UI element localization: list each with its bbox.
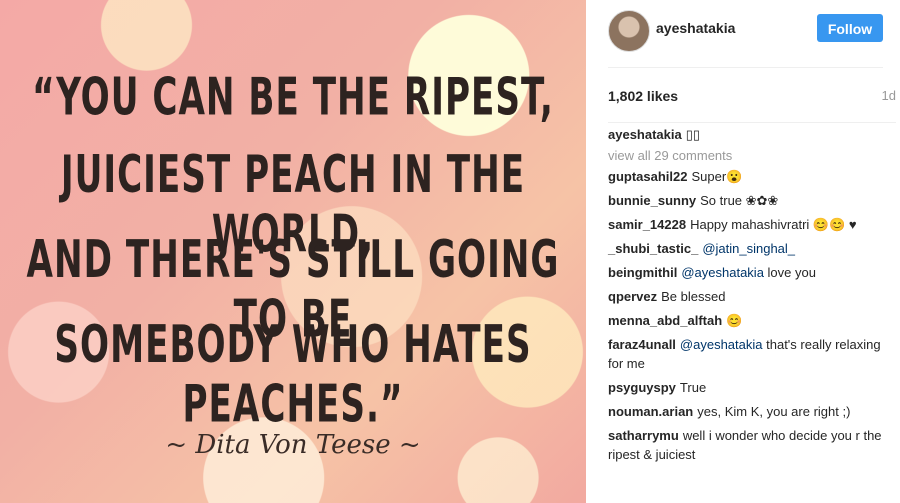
- comment-text: True: [679, 380, 707, 395]
- comment-text: yes, Kim K, you are right ;): [697, 404, 851, 419]
- comment-username[interactable]: guptasahil22: [608, 169, 687, 184]
- comment-text: Super😮: [691, 169, 743, 184]
- comment-text: 😊: [726, 313, 743, 328]
- comment-username[interactable]: faraz4unall: [608, 337, 676, 352]
- comment-mention[interactable]: @ayeshatakia: [681, 265, 764, 280]
- comment-row: bunnie_sunny So true ❀✿❀: [608, 191, 883, 210]
- header-username[interactable]: ayeshatakia: [656, 20, 735, 36]
- follow-button[interactable]: Follow: [817, 14, 883, 42]
- comment-row: guptasahil22 Super😮: [608, 167, 883, 186]
- comment-row: satharrymu well i wonder who decide you r…: [608, 426, 883, 464]
- post-sidebar: ayeshatakia Follow 1,802 likes 1d ayesha…: [586, 0, 900, 503]
- post-image[interactable]: “YOU CAN BE THE RIPEST, JUICIEST PEACH I…: [0, 0, 586, 503]
- comment-username[interactable]: satharrymu: [608, 428, 679, 443]
- comment-row: menna_abd_alftah 😊: [608, 311, 883, 330]
- comment-text: love you: [767, 265, 816, 280]
- comment-username[interactable]: _shubi_tastic_: [608, 241, 698, 256]
- comment-row: samir_14228 Happy mahashivratri 😊😊 ♥: [608, 215, 883, 234]
- comment-username[interactable]: bunnie_sunny: [608, 193, 696, 208]
- comment-row: psyguyspy True: [608, 378, 883, 397]
- comment-row: qpervez Be blessed: [608, 287, 883, 306]
- comment-row: faraz4unall @ayeshatakia that's really re…: [608, 335, 883, 373]
- view-all-comments[interactable]: view all 29 comments: [608, 146, 883, 165]
- comment-row: nouman.arian yes, Kim K, you are right ;): [608, 402, 883, 421]
- caption-text: ▯▯: [685, 127, 701, 142]
- comment-text: Happy mahashivratri 😊😊 ♥: [690, 217, 857, 232]
- caption: ayeshatakia ▯▯: [608, 125, 883, 144]
- comment-mention[interactable]: @jatin_singhal_: [702, 241, 795, 256]
- comment-username[interactable]: menna_abd_alftah: [608, 313, 722, 328]
- quote-line-4: SOMEBODY WHO HATES PEACHES.”: [54, 314, 532, 434]
- avatar[interactable]: [608, 10, 650, 52]
- comments-list: ayeshatakia ▯▯ view all 29 comments gupta…: [608, 125, 883, 469]
- quote-line-1: “YOU CAN BE THE RIPEST,: [32, 67, 554, 127]
- post-time[interactable]: 1d: [882, 88, 896, 103]
- quote-author: ~ Dita Von Teese ~: [165, 430, 421, 460]
- likes-count[interactable]: 1,802 likes: [608, 88, 678, 104]
- comment-mention[interactable]: @ayeshatakia: [680, 337, 763, 352]
- comment-row: _shubi_tastic_ @jatin_singhal_: [608, 239, 883, 258]
- comment-text: So true ❀✿❀: [700, 193, 779, 208]
- caption-username[interactable]: ayeshatakia: [608, 127, 682, 142]
- comment-username[interactable]: psyguyspy: [608, 380, 676, 395]
- comment-username[interactable]: nouman.arian: [608, 404, 693, 419]
- comment-username[interactable]: qpervez: [608, 289, 657, 304]
- comment-row: beingmithil @ayeshatakia love you: [608, 263, 883, 282]
- likes-row: 1,802 likes 1d: [608, 67, 896, 123]
- comment-text: Be blessed: [661, 289, 726, 304]
- comment-username[interactable]: beingmithil: [608, 265, 677, 280]
- comment-username[interactable]: samir_14228: [608, 217, 686, 232]
- post-header: ayeshatakia Follow: [608, 0, 883, 68]
